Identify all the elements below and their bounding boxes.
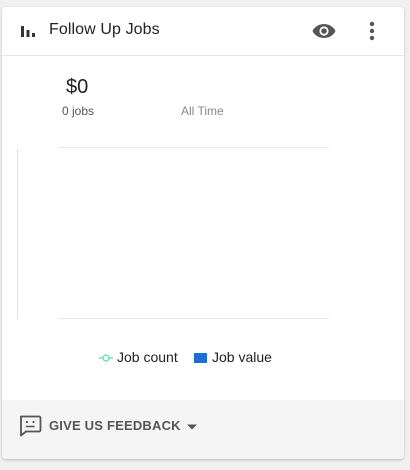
time-period: All Time — [181, 104, 224, 118]
caret-down-icon — [187, 424, 197, 430]
eye-icon[interactable] — [311, 20, 337, 42]
chart-legend: Job count Job value — [2, 347, 404, 369]
feedback-label: GIVE US FEEDBACK — [49, 418, 181, 433]
card-footer: GIVE US FEEDBACK — [2, 400, 404, 459]
more-vert-icon[interactable] — [362, 19, 382, 43]
chart-area — [17, 147, 329, 319]
legend-item-job-value[interactable]: Job value — [194, 349, 272, 365]
legend-item-job-count[interactable]: Job count — [99, 349, 178, 365]
feedback-icon — [19, 415, 42, 437]
card-header: Follow Up Jobs — [2, 7, 404, 56]
card-title: Follow Up Jobs — [49, 21, 160, 38]
legend-label-job-value: Job value — [212, 349, 272, 365]
bar-marker-icon — [194, 353, 207, 364]
follow-up-jobs-card: Follow Up Jobs $0 0 jobs All Time Job co… — [2, 7, 404, 459]
total-amount: $0 — [66, 76, 89, 98]
legend-label-job-count: Job count — [117, 349, 178, 365]
job-count-text: 0 jobs — [62, 104, 95, 118]
line-marker-icon — [99, 354, 113, 363]
bar-chart-icon — [21, 26, 35, 37]
